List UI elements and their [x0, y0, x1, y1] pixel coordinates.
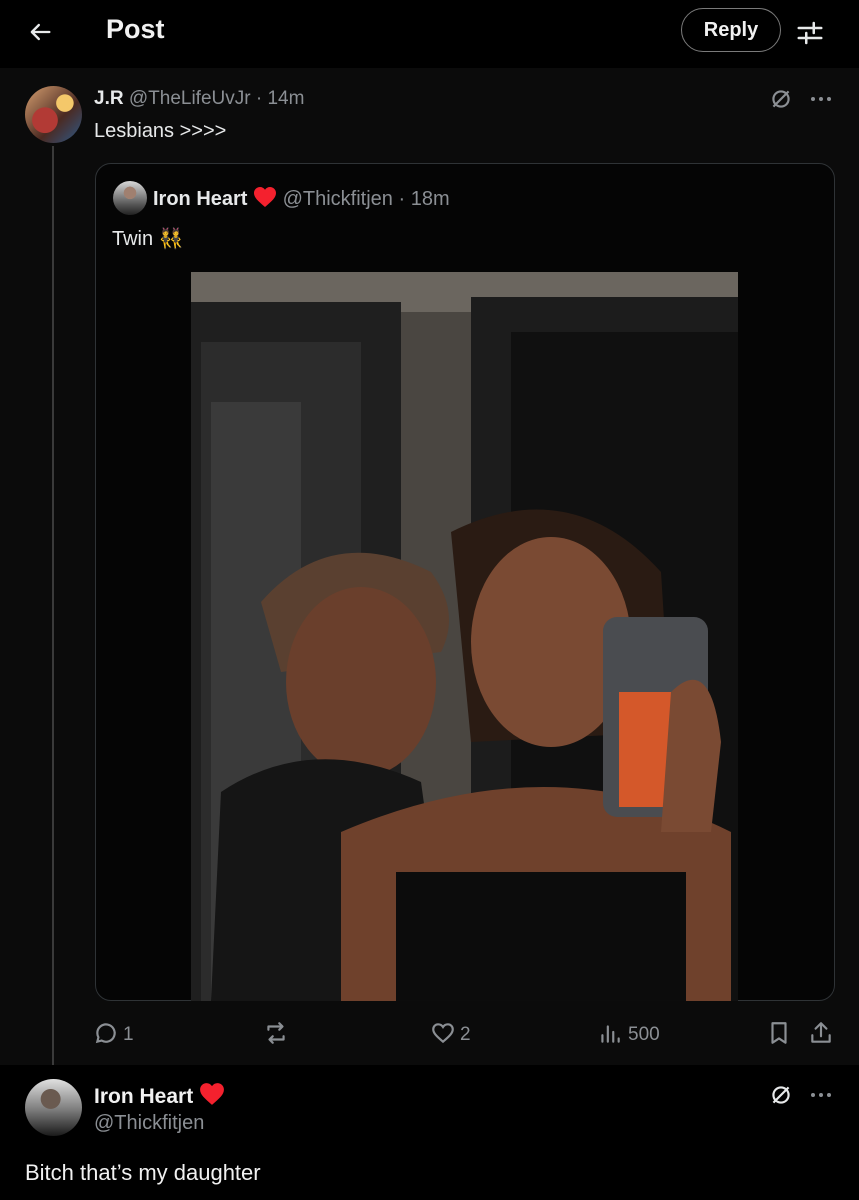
reply-author-name[interactable]: Iron Heart [94, 1085, 193, 1108]
quoted-author: Iron Heart @Thickfitjen · 18m [153, 186, 450, 211]
heart-icon [254, 187, 277, 207]
no-image-icon[interactable] [768, 86, 794, 112]
reply-text: Bitch that’s my daughter [25, 1160, 261, 1185]
thread-connector-line [52, 146, 54, 1078]
quoted-author-name: Iron Heart [153, 188, 248, 210]
like-count: 2 [460, 1024, 471, 1045]
share-icon[interactable] [808, 1020, 834, 1046]
views-icon[interactable] [597, 1020, 623, 1046]
reply-count: 1 [123, 1024, 134, 1045]
post-text: Lesbians >>>> [94, 120, 227, 142]
page-title: Post [106, 14, 165, 44]
avatar[interactable] [25, 86, 82, 143]
post-image[interactable] [191, 272, 738, 1001]
reply-button[interactable]: Reply [681, 8, 781, 52]
no-image-icon[interactable] [768, 1082, 794, 1108]
quoted-handle-time: @Thickfitjen · 18m [282, 188, 450, 210]
like-icon[interactable] [430, 1020, 456, 1046]
more-icon[interactable] [809, 1090, 833, 1100]
reply-avatar[interactable] [25, 1079, 82, 1136]
post-author[interactable]: J.R @TheLifeUvJr · 14m [94, 88, 304, 110]
quoted-post-text: Twin 👯 [112, 228, 184, 250]
repost-icon[interactable] [263, 1020, 289, 1046]
views-count: 500 [628, 1024, 660, 1045]
quoted-avatar [113, 181, 147, 215]
author-name[interactable]: J.R [94, 88, 124, 109]
more-icon[interactable] [809, 94, 833, 104]
filter-icon[interactable] [795, 18, 825, 48]
mirror-selfie-image [191, 272, 738, 1001]
author-handle-time: @TheLifeUvJr · 14m [128, 88, 305, 109]
heart-icon [200, 1083, 224, 1105]
reply-author[interactable]: Iron Heart [94, 1082, 225, 1109]
back-arrow-icon[interactable] [26, 18, 54, 46]
bookmark-icon[interactable] [766, 1020, 792, 1046]
reply-author-handle[interactable]: @Thickfitjen [94, 1112, 204, 1135]
reply-icon[interactable] [93, 1020, 119, 1046]
